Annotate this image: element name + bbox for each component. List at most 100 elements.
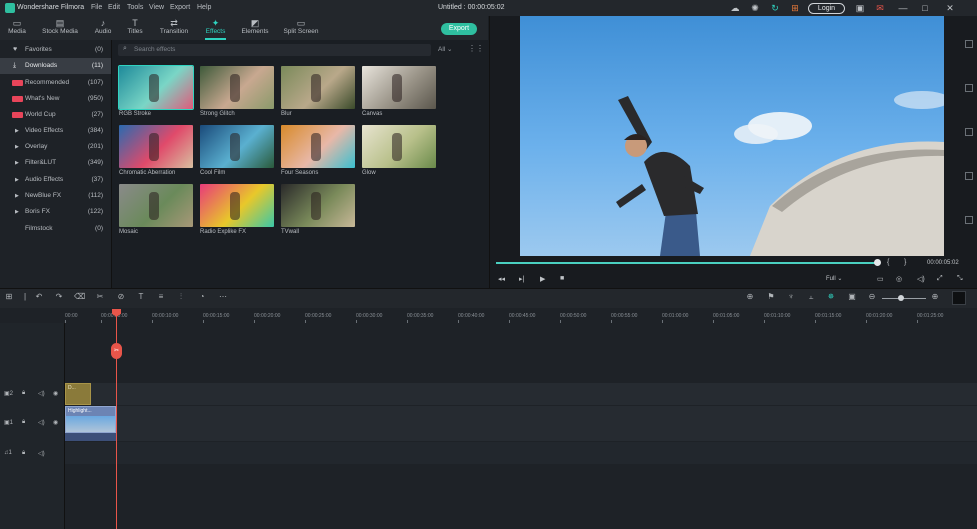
minimize-icon[interactable]: —	[898, 3, 908, 13]
expand-icon[interactable]: ⤡	[957, 275, 963, 283]
effect-card[interactable]	[118, 65, 194, 110]
speaker-icon[interactable]: ◁)	[38, 450, 45, 457]
menu-export[interactable]: Export	[170, 4, 190, 11]
audio-wave-icon[interactable]: ⫶	[176, 292, 186, 302]
zoom-in-icon[interactable]: ⊕	[930, 292, 940, 301]
play-icon[interactable]: ▶	[540, 275, 545, 283]
marker-icon[interactable]: ⚑	[766, 292, 776, 301]
lock-icon[interactable]: 🔒︎	[22, 390, 25, 397]
maximize-icon[interactable]: □	[920, 3, 930, 13]
sidebar-item-overlay[interactable]: ▶ Overlay (201)	[0, 139, 111, 155]
monitor-icon[interactable]: ▭	[877, 275, 884, 283]
side-tool-icon[interactable]	[965, 40, 973, 48]
undo-icon[interactable]: ↶	[34, 292, 44, 301]
track-row-video-2[interactable]	[65, 383, 977, 405]
sidebar-item-favorites[interactable]: ♥ Favorites (0)	[0, 42, 111, 58]
progress-knob[interactable]	[874, 259, 881, 266]
tab-split-screen[interactable]: ▭ Split Screen	[283, 16, 319, 40]
ai-icon[interactable]: ✵	[826, 292, 836, 301]
tab-effects[interactable]: ✦ Effects	[203, 16, 228, 40]
tab-audio[interactable]: ♪ Audio	[92, 16, 114, 40]
stop-icon[interactable]: ■	[560, 275, 564, 282]
eye-icon[interactable]: ◉	[53, 390, 58, 397]
layout-icon[interactable]: ⊞	[4, 292, 14, 301]
sidebar-item-recommended[interactable]: Recommended (107)	[0, 75, 111, 91]
speaker-icon[interactable]: ◁)	[38, 390, 45, 397]
fullscreen-icon[interactable]: ⤢	[937, 275, 943, 283]
mark-out-icon[interactable]: }	[904, 259, 906, 266]
track-row-audio-1[interactable]	[65, 442, 977, 464]
menu-edit[interactable]: Edit	[108, 4, 120, 11]
cloud-icon[interactable]: ☁	[730, 3, 740, 13]
step-back-icon[interactable]: ▸|	[519, 275, 524, 283]
menu-tools[interactable]: Tools	[127, 4, 143, 11]
effect-card[interactable]	[362, 66, 436, 109]
zoom-out-icon[interactable]: ⊖	[867, 292, 877, 301]
sidebar-item-filmstock[interactable]: Filmstock (0)	[0, 221, 111, 237]
pip-icon[interactable]: ▣	[847, 292, 857, 301]
volume-icon[interactable]: ◁)	[917, 275, 925, 283]
effect-card[interactable]	[119, 125, 193, 168]
speed-icon[interactable]: ◔	[197, 292, 207, 301]
prev-frame-icon[interactable]: ◂◂	[498, 275, 505, 283]
tab-stock-media[interactable]: ▤ Stock Media	[40, 16, 80, 40]
tab-titles[interactable]: T Titles	[124, 16, 146, 40]
menu-file[interactable]: File	[91, 4, 102, 11]
filter-dropdown[interactable]: All ⌄	[438, 45, 453, 53]
sidebar-item-newblue-fx[interactable]: ▶ NewBlue FX (112)	[0, 188, 111, 204]
sidebar-item-downloads[interactable]: ⤓ Downloads (11)	[0, 58, 111, 74]
delete-icon[interactable]: ⌫	[74, 292, 85, 301]
eye-icon[interactable]: ◉	[53, 419, 58, 426]
clip-effect-track2[interactable]: D...	[65, 383, 91, 405]
zoom-slider[interactable]	[882, 298, 926, 299]
side-tool-icon[interactable]	[965, 216, 973, 224]
effect-card[interactable]	[119, 184, 193, 227]
mic-icon[interactable]: ♆	[786, 292, 796, 301]
sidebar-item-filter-lut[interactable]: ▶ Filter&LUT (349)	[0, 155, 111, 171]
quality-select[interactable]: Full ⌄	[826, 275, 842, 282]
effect-card[interactable]	[281, 125, 355, 168]
effect-card[interactable]	[200, 66, 274, 109]
redo-icon[interactable]: ↷	[54, 292, 64, 301]
mix-icon[interactable]: ⫠	[806, 292, 816, 302]
side-tool-icon[interactable]	[965, 128, 973, 136]
timeline-settings-icon[interactable]	[952, 291, 966, 305]
mark-in-icon[interactable]: {	[887, 259, 889, 266]
bulb-icon[interactable]: ✺	[750, 3, 760, 13]
save-icon[interactable]: ▣	[855, 3, 865, 13]
zoom-slider-knob[interactable]	[898, 295, 904, 301]
text-icon[interactable]: T	[136, 292, 146, 301]
sidebar-item-video-effects[interactable]: ▶ Video Effects (384)	[0, 123, 111, 139]
export-button[interactable]: Export	[441, 23, 477, 35]
login-button[interactable]: Login	[808, 3, 845, 14]
gift-icon[interactable]: ⊞	[790, 3, 800, 13]
menu-help[interactable]: Help	[197, 4, 211, 11]
speaker-icon[interactable]: ◁)	[38, 419, 45, 426]
render-icon[interactable]: ⊕	[745, 292, 755, 301]
mail-icon[interactable]: ✉	[875, 3, 885, 13]
cut-icon[interactable]: ✂	[95, 292, 105, 301]
more-icon[interactable]: ⋯	[218, 292, 228, 301]
effect-card[interactable]	[281, 66, 355, 109]
search-input[interactable]: ⌕ Search effects	[118, 44, 431, 56]
sidebar-item-world-cup[interactable]: World Cup (27)	[0, 107, 111, 123]
tag-icon[interactable]: ⊘	[116, 292, 126, 301]
clip-audio-strip[interactable]	[65, 433, 116, 441]
tab-transition[interactable]: ⇄ Transition	[158, 16, 190, 40]
effect-card[interactable]	[281, 184, 355, 227]
close-icon[interactable]: ✕	[945, 3, 955, 13]
track-row-video-1[interactable]	[65, 406, 977, 441]
side-tool-icon[interactable]	[965, 172, 973, 180]
sidebar-item-whats-new[interactable]: What's New (950)	[0, 91, 111, 107]
playhead-scissors-icon[interactable]: ✂	[111, 343, 122, 359]
menu-view[interactable]: View	[149, 4, 164, 11]
refresh-icon[interactable]: ↻	[770, 3, 780, 13]
snapshot-icon[interactable]: ◎	[896, 275, 902, 283]
adjust-icon[interactable]: ≡	[156, 292, 166, 301]
sidebar-item-boris-fx[interactable]: ▶ Boris FX (122)	[0, 204, 111, 220]
sidebar-item-audio-effects[interactable]: ▶ Audio Effects (37)	[0, 172, 111, 188]
clip-video-track1[interactable]: Highlight...	[65, 406, 116, 433]
effect-card[interactable]	[200, 125, 274, 168]
tab-media[interactable]: ▭ Media	[6, 16, 28, 40]
preview-progress-bar[interactable]	[496, 262, 878, 264]
